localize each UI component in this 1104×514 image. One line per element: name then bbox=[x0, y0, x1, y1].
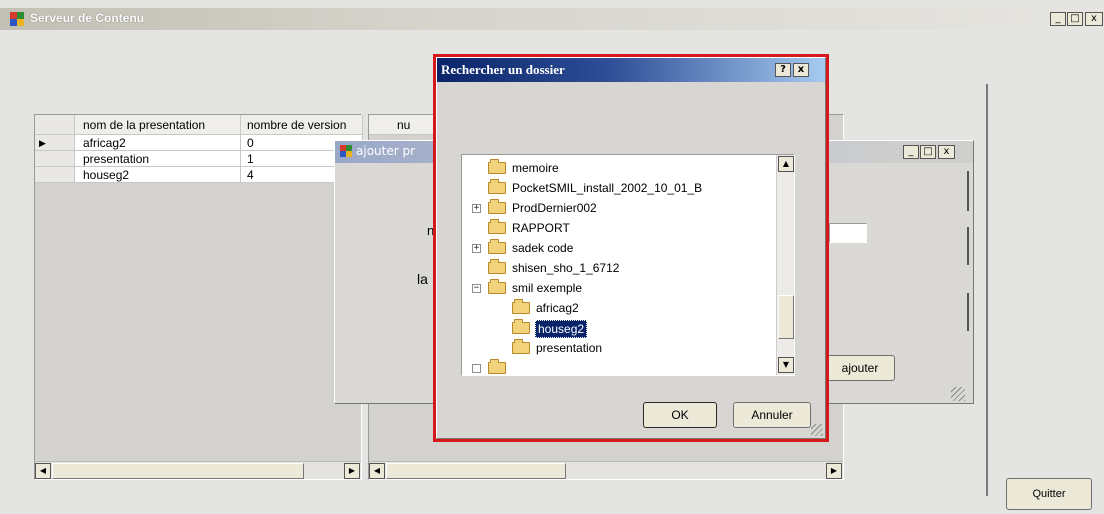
folder-icon bbox=[488, 239, 506, 254]
resize-grip-icon[interactable] bbox=[951, 387, 965, 401]
folder-icon bbox=[512, 339, 530, 354]
input-edge-right bbox=[967, 171, 969, 211]
window-title: Serveur de Contenu bbox=[30, 11, 145, 25]
column-header-label: nu bbox=[397, 118, 411, 132]
folder-icon bbox=[488, 159, 506, 174]
column-header-name[interactable]: nom de la presentation bbox=[75, 115, 241, 135]
ok-button[interactable]: OK bbox=[643, 402, 717, 428]
maximize-button[interactable]: □ bbox=[1067, 12, 1083, 26]
open-folder-icon bbox=[512, 319, 530, 334]
scroll-right-icon[interactable]: ▶ bbox=[826, 463, 842, 479]
table-cell-name[interactable]: houseg2 bbox=[75, 167, 241, 183]
help-button[interactable]: ? bbox=[775, 63, 791, 77]
scroll-left-icon[interactable]: ◀ bbox=[369, 463, 385, 479]
add-button[interactable]: ajouter bbox=[825, 355, 895, 381]
quit-button[interactable]: Quitter bbox=[1006, 478, 1092, 510]
row-header-current[interactable]: ▶ bbox=[35, 135, 75, 151]
name-input[interactable] bbox=[829, 223, 867, 243]
maximize-button[interactable]: □ bbox=[920, 145, 936, 159]
tree-item-shisen-sho[interactable]: shisen_sho_1_6712 bbox=[512, 261, 619, 275]
table-cell-name[interactable]: presentation bbox=[75, 151, 241, 167]
scroll-up-icon[interactable]: ▲ bbox=[778, 156, 794, 172]
scroll-thumb[interactable] bbox=[778, 295, 794, 339]
main-title-bar[interactable]: Serveur de Contenu _ □ x bbox=[0, 8, 1104, 30]
collapse-icon[interactable]: − bbox=[472, 284, 481, 293]
table-cell-name[interactable]: africag2 bbox=[75, 135, 241, 151]
folder-icon bbox=[488, 219, 506, 234]
horizontal-scrollbar[interactable]: ◀ ▶ bbox=[35, 461, 361, 479]
side-panel-divider bbox=[986, 84, 988, 496]
scroll-down-icon[interactable]: ▼ bbox=[778, 357, 794, 373]
input-edge-right bbox=[967, 293, 969, 331]
tree-item-memoire[interactable]: memoire bbox=[512, 161, 559, 175]
tree-item-pocketsmil[interactable]: PocketSMIL_install_2002_10_01_B bbox=[512, 181, 702, 195]
resize-grip-icon[interactable] bbox=[811, 424, 823, 436]
row-header[interactable] bbox=[35, 151, 75, 167]
expand-icon[interactable]: + bbox=[472, 244, 481, 253]
scroll-thumb[interactable] bbox=[386, 463, 566, 479]
row-header[interactable] bbox=[35, 167, 75, 183]
app-icon bbox=[340, 145, 352, 157]
grid-corner bbox=[35, 115, 75, 135]
tree-item-houseg2-selected[interactable]: houseg2 bbox=[535, 320, 588, 338]
folder-icon bbox=[488, 199, 506, 214]
folder-icon bbox=[488, 259, 506, 274]
tree-item-smil-exemple[interactable]: smil exemple bbox=[512, 281, 582, 295]
minimize-button[interactable]: _ bbox=[903, 145, 919, 159]
vertical-scrollbar[interactable]: ▲ ▼ bbox=[776, 155, 794, 375]
folder-icon bbox=[488, 179, 506, 194]
tree-item-presentation[interactable]: presentation bbox=[536, 341, 602, 355]
scroll-left-icon[interactable]: ◀ bbox=[35, 463, 51, 479]
expand-icon[interactable]: + bbox=[472, 204, 481, 213]
input-edge-right bbox=[967, 227, 969, 265]
horizontal-scrollbar[interactable]: ◀ ▶ bbox=[369, 461, 843, 479]
minimize-button[interactable]: _ bbox=[1050, 12, 1066, 26]
folder-dialog-title-bar[interactable]: Rechercher un dossier ? x bbox=[437, 58, 825, 82]
folder-tree[interactable]: memoire PocketSMIL_install_2002_10_01_B … bbox=[461, 154, 795, 376]
close-button[interactable]: x bbox=[938, 145, 955, 159]
presentations-grid[interactable]: nom de la presentation nombre de version… bbox=[34, 114, 363, 480]
scroll-thumb[interactable] bbox=[52, 463, 304, 479]
column-header-versions[interactable]: nombre de version bbox=[241, 115, 363, 135]
close-button[interactable]: x bbox=[1085, 12, 1103, 26]
close-button[interactable]: x bbox=[793, 63, 809, 77]
scroll-right-icon[interactable]: ▶ bbox=[344, 463, 360, 479]
tree-item-rapport[interactable]: RAPPORT bbox=[512, 221, 570, 235]
tree-item-prodDernier[interactable]: ProdDernier002 bbox=[512, 201, 597, 215]
current-row-marker: ▶ bbox=[39, 138, 46, 148]
add-dialog-title: ajouter pr bbox=[356, 144, 416, 158]
column-header-version-number[interactable]: nu bbox=[369, 115, 435, 135]
folder-browser-dialog[interactable]: Rechercher un dossier ? x memoire Pocket… bbox=[436, 57, 826, 439]
cancel-button[interactable]: Annuler bbox=[733, 402, 811, 428]
open-folder-icon bbox=[488, 279, 506, 294]
folder-icon bbox=[512, 299, 530, 314]
expand-icon[interactable] bbox=[472, 364, 481, 373]
tree-item-africag2[interactable]: africag2 bbox=[536, 301, 579, 315]
app-icon bbox=[10, 12, 24, 26]
folder-dialog-title: Rechercher un dossier bbox=[441, 62, 565, 77]
folder-icon bbox=[488, 359, 506, 374]
label-la: la bbox=[417, 271, 428, 287]
tree-item-sadek-code[interactable]: sadek code bbox=[512, 241, 573, 255]
